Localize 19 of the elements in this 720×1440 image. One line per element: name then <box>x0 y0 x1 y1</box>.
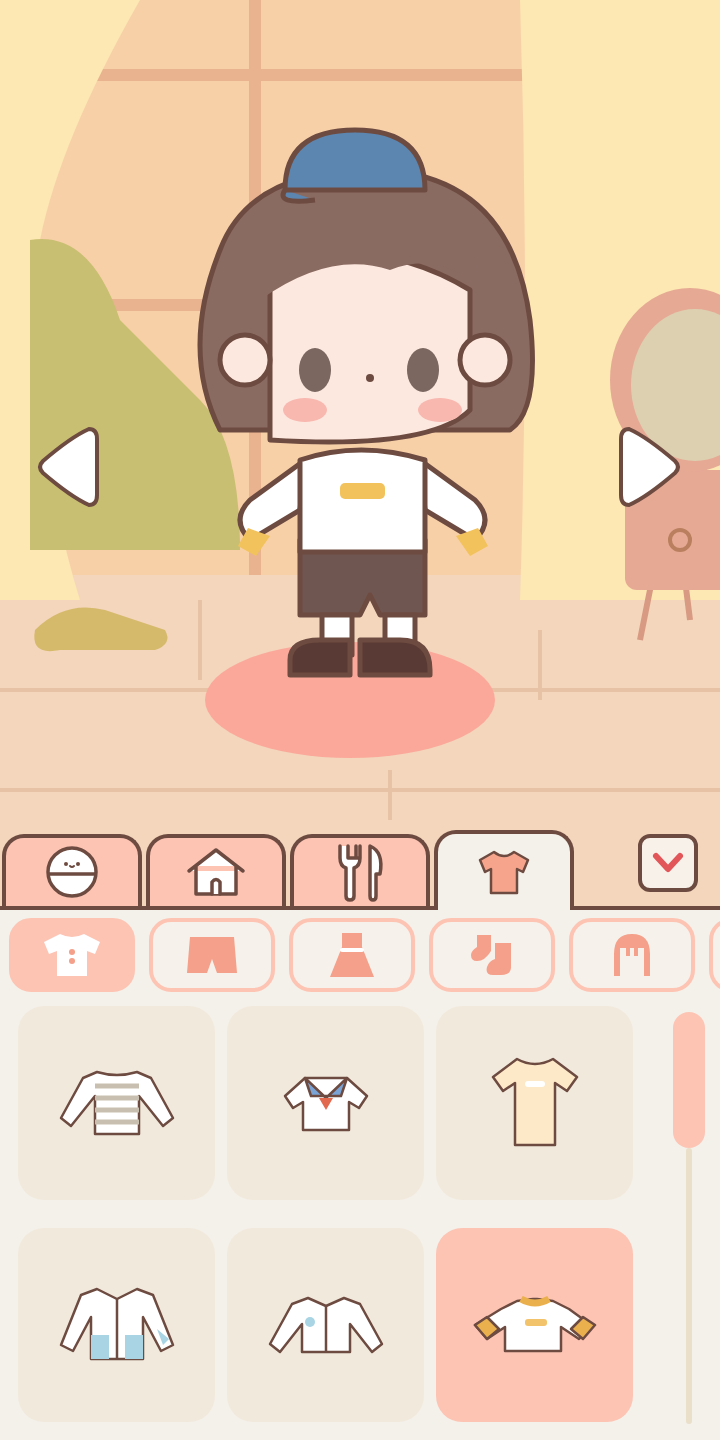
shirt-icon <box>42 932 102 978</box>
chevron-down-icon <box>652 852 684 874</box>
category-tab[interactable] <box>146 834 286 906</box>
house-icon <box>186 847 246 897</box>
shorts-icon <box>186 935 238 975</box>
shirt-icon <box>476 848 532 896</box>
category-tab[interactable] <box>290 834 430 906</box>
clothing-item-card[interactable] <box>227 1006 424 1200</box>
dress-icon <box>327 931 377 979</box>
clothing-item-card[interactable] <box>18 1006 215 1200</box>
ringer-tshirt-icon <box>472 1295 597 1355</box>
collapse-button[interactable] <box>638 834 698 892</box>
scrollbar-thumb[interactable] <box>673 1012 705 1148</box>
category-tab[interactable] <box>434 830 574 910</box>
clothing-item-card[interactable] <box>436 1228 633 1422</box>
clothing-item-card[interactable] <box>227 1228 424 1422</box>
round-face-icon <box>44 846 100 898</box>
category-tab[interactable] <box>2 834 142 906</box>
clothing-item-card[interactable] <box>18 1228 215 1422</box>
